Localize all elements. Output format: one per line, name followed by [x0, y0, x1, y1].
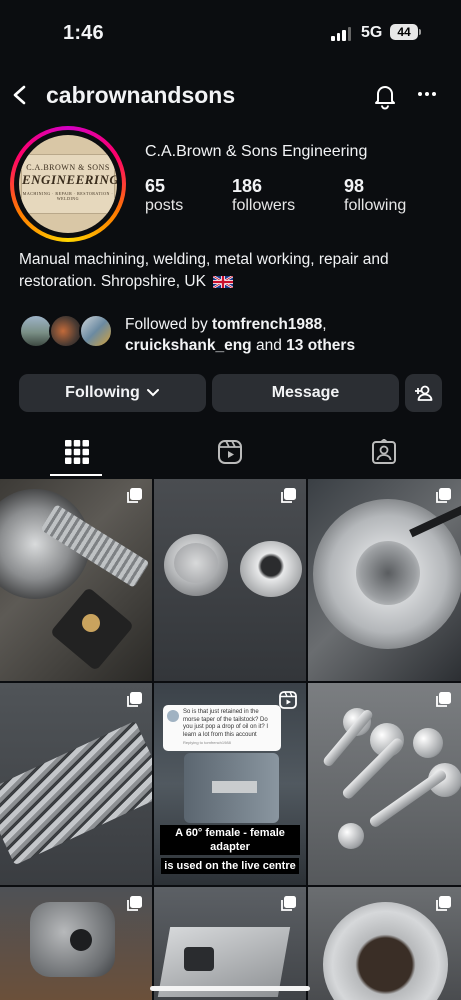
stat-posts[interactable]: 65 posts [145, 176, 183, 215]
battery-icon: 44 [390, 24, 418, 40]
post-thumbnail[interactable] [0, 887, 152, 1000]
avatar [79, 314, 113, 348]
multiple-photos-icon [127, 488, 142, 503]
multiple-photos-icon [127, 692, 142, 707]
bell-icon[interactable] [371, 82, 399, 110]
status-time: 1:46 [63, 22, 104, 44]
stat-followers[interactable]: 186 followers [232, 176, 295, 215]
network-type: 5G [361, 24, 383, 41]
reel-icon [279, 691, 297, 709]
uk-flag-icon [213, 275, 234, 288]
post-thumbnail[interactable] [0, 683, 152, 885]
multiple-photos-icon [436, 692, 451, 707]
multiple-photos-icon [281, 488, 296, 503]
followed-by-text[interactable]: Followed by tomfrench1988, cruickshank_e… [125, 314, 355, 356]
multiple-photos-icon [436, 488, 451, 503]
multiple-photos-icon [281, 896, 296, 911]
profile-username: cabrownandsons [46, 82, 236, 108]
avatar [19, 314, 53, 348]
mutual-followers-avatars[interactable] [19, 314, 119, 350]
reel-comment-bubble: So is that just retained in the morse ta… [163, 705, 281, 751]
ellipsis-icon[interactable] [418, 92, 436, 96]
reel-caption: A 60° female - female adapter is used on… [160, 825, 300, 875]
signal-icon [331, 27, 351, 41]
stat-following[interactable]: 98 following [344, 176, 406, 215]
multiple-photos-icon [436, 896, 451, 911]
post-thumbnail[interactable] [0, 479, 152, 681]
profile-bio: Manual machining, welding, metal working… [19, 251, 389, 290]
post-thumbnail[interactable] [308, 479, 461, 681]
add-person-button[interactable] [405, 374, 442, 412]
home-indicator[interactable] [150, 986, 310, 991]
chevron-left-icon[interactable] [10, 84, 32, 106]
add-person-icon [414, 385, 432, 401]
multiple-photos-icon [127, 896, 142, 911]
post-thumbnail[interactable] [154, 479, 306, 681]
avatar [49, 314, 83, 348]
business-logo: C.A.BROWN & SONS ENGINEERING MACHINING ·… [21, 154, 117, 214]
chevron-down-icon [146, 389, 159, 397]
message-button[interactable]: Message [212, 374, 399, 412]
profile-full-name: C.A.Brown & Sons Engineering [145, 143, 368, 160]
post-thumbnail[interactable] [154, 887, 306, 1000]
avatar[interactable]: C.A.BROWN & SONS ENGINEERING MACHINING ·… [19, 135, 117, 233]
tagged-icon[interactable] [371, 439, 397, 465]
active-tab-indicator [50, 474, 102, 476]
avatar [167, 710, 179, 722]
battery-tip [419, 29, 421, 35]
reel-thumbnail[interactable]: So is that just retained in the morse ta… [154, 683, 306, 885]
post-thumbnail[interactable] [308, 683, 461, 885]
reels-icon[interactable] [217, 439, 243, 465]
grid-icon[interactable] [64, 439, 90, 465]
following-button[interactable]: Following [19, 374, 206, 412]
post-thumbnail[interactable] [308, 887, 461, 1000]
